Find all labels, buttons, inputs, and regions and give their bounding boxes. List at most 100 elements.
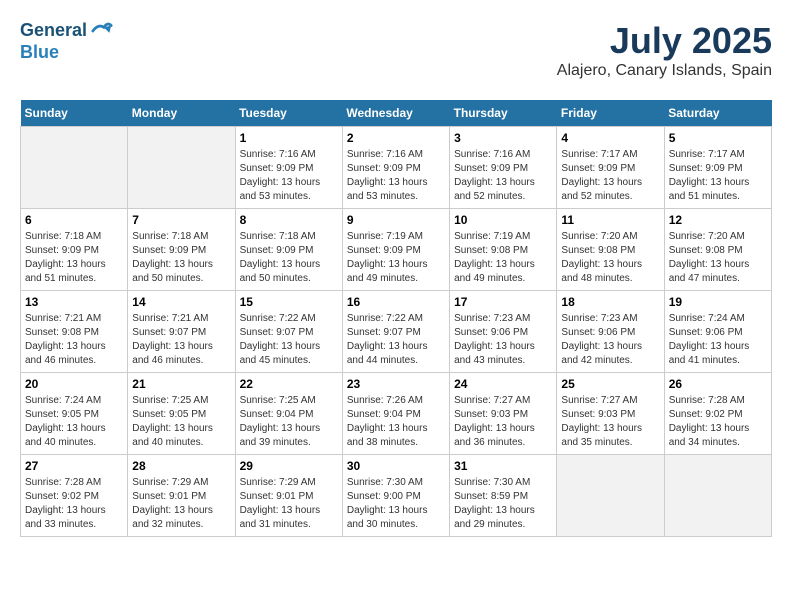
day-number: 25	[561, 377, 659, 391]
day-info: Sunrise: 7:21 AMSunset: 9:07 PMDaylight:…	[132, 312, 230, 368]
calendar-table: SundayMondayTuesdayWednesdayThursdayFrid…	[20, 100, 772, 537]
day-cell	[128, 127, 235, 209]
day-number: 15	[240, 295, 338, 309]
day-number: 7	[132, 213, 230, 227]
day-cell: 10 Sunrise: 7:19 AMSunset: 9:08 PMDayligh…	[450, 209, 557, 291]
day-info: Sunrise: 7:20 AMSunset: 9:08 PMDaylight:…	[561, 230, 659, 286]
day-number: 26	[669, 377, 767, 391]
day-info: Sunrise: 7:25 AMSunset: 9:05 PMDaylight:…	[132, 394, 230, 450]
day-info: Sunrise: 7:17 AMSunset: 9:09 PMDaylight:…	[561, 148, 659, 204]
day-number: 23	[347, 377, 445, 391]
day-number: 13	[25, 295, 123, 309]
week-row-1: 1 Sunrise: 7:16 AMSunset: 9:09 PMDaylight…	[21, 127, 772, 209]
day-info: Sunrise: 7:23 AMSunset: 9:06 PMDaylight:…	[454, 312, 552, 368]
day-info: Sunrise: 7:27 AMSunset: 9:03 PMDaylight:…	[454, 394, 552, 450]
day-cell: 20 Sunrise: 7:24 AMSunset: 9:05 PMDayligh…	[21, 373, 128, 455]
day-number: 1	[240, 131, 338, 145]
day-cell: 1 Sunrise: 7:16 AMSunset: 9:09 PMDaylight…	[235, 127, 342, 209]
day-cell	[21, 127, 128, 209]
day-number: 4	[561, 131, 659, 145]
day-info: Sunrise: 7:18 AMSunset: 9:09 PMDaylight:…	[132, 230, 230, 286]
day-cell: 11 Sunrise: 7:20 AMSunset: 9:08 PMDayligh…	[557, 209, 664, 291]
day-number: 10	[454, 213, 552, 227]
day-cell: 2Sunrise: 7:16 AMSunset: 9:09 PMDaylight…	[342, 127, 449, 209]
day-number: 29	[240, 459, 338, 473]
logo-text: General	[20, 21, 87, 41]
day-info: Sunrise: 7:30 AMSunset: 9:00 PMDaylight:…	[347, 476, 445, 532]
day-cell: 18Sunrise: 7:23 AMSunset: 9:06 PMDayligh…	[557, 291, 664, 373]
header-monday: Monday	[128, 100, 235, 127]
day-info: Sunrise: 7:29 AMSunset: 9:01 PMDaylight:…	[132, 476, 230, 532]
day-info: Sunrise: 7:18 AMSunset: 9:09 PMDaylight:…	[240, 230, 338, 286]
day-number: 20	[25, 377, 123, 391]
day-info: Sunrise: 7:29 AMSunset: 9:01 PMDaylight:…	[240, 476, 338, 532]
day-number: 5	[669, 131, 767, 145]
week-row-3: 13 Sunrise: 7:21 AMSunset: 9:08 PMDayligh…	[21, 291, 772, 373]
day-cell: 8 Sunrise: 7:18 AMSunset: 9:09 PMDaylight…	[235, 209, 342, 291]
day-info: Sunrise: 7:18 AMSunset: 9:09 PMDaylight:…	[25, 230, 123, 286]
day-info: Sunrise: 7:27 AMSunset: 9:03 PMDaylight:…	[561, 394, 659, 450]
day-info: Sunrise: 7:17 AMSunset: 9:09 PMDaylight:…	[669, 148, 767, 204]
day-info: Sunrise: 7:24 AMSunset: 9:06 PMDaylight:…	[669, 312, 767, 368]
logo-icon	[91, 20, 113, 42]
day-cell: 24 Sunrise: 7:27 AMSunset: 9:03 PMDayligh…	[450, 373, 557, 455]
title-section: July 2025 Alajero, Canary Islands, Spain	[557, 20, 772, 80]
day-number: 31	[454, 459, 552, 473]
day-number: 18	[561, 295, 659, 309]
day-info: Sunrise: 7:16 AMSunset: 9:09 PMDaylight:…	[240, 148, 338, 204]
header-saturday: Saturday	[664, 100, 771, 127]
day-number: 11	[561, 213, 659, 227]
day-cell: 31 Sunrise: 7:30 AMSunset: 8:59 PMDayligh…	[450, 455, 557, 537]
day-info: Sunrise: 7:19 AMSunset: 9:08 PMDaylight:…	[454, 230, 552, 286]
day-number: 12	[669, 213, 767, 227]
day-number: 30	[347, 459, 445, 473]
day-number: 14	[132, 295, 230, 309]
day-info: Sunrise: 7:20 AMSunset: 9:08 PMDaylight:…	[669, 230, 767, 286]
day-cell: 4 Sunrise: 7:17 AMSunset: 9:09 PMDaylight…	[557, 127, 664, 209]
day-number: 28	[132, 459, 230, 473]
day-info: Sunrise: 7:16 AMSunset: 9:09 PMDaylight:…	[454, 148, 552, 204]
day-number: 8	[240, 213, 338, 227]
day-info: Sunrise: 7:25 AMSunset: 9:04 PMDaylight:…	[240, 394, 338, 450]
day-cell: 23Sunrise: 7:26 AMSunset: 9:04 PMDayligh…	[342, 373, 449, 455]
day-number: 19	[669, 295, 767, 309]
day-cell: 22Sunrise: 7:25 AMSunset: 9:04 PMDayligh…	[235, 373, 342, 455]
day-number: 9	[347, 213, 445, 227]
day-cell: 15 Sunrise: 7:22 AMSunset: 9:07 PMDayligh…	[235, 291, 342, 373]
day-info: Sunrise: 7:30 AMSunset: 8:59 PMDaylight:…	[454, 476, 552, 532]
day-number: 3	[454, 131, 552, 145]
day-cell: 16 Sunrise: 7:22 AMSunset: 9:07 PMDayligh…	[342, 291, 449, 373]
day-number: 17	[454, 295, 552, 309]
day-number: 24	[454, 377, 552, 391]
header-sunday: Sunday	[21, 100, 128, 127]
week-row-5: 27 Sunrise: 7:28 AMSunset: 9:02 PMDayligh…	[21, 455, 772, 537]
header-tuesday: Tuesday	[235, 100, 342, 127]
day-number: 27	[25, 459, 123, 473]
day-cell: 6 Sunrise: 7:18 AMSunset: 9:09 PMDaylight…	[21, 209, 128, 291]
day-info: Sunrise: 7:28 AMSunset: 9:02 PMDaylight:…	[669, 394, 767, 450]
day-cell: 13 Sunrise: 7:21 AMSunset: 9:08 PMDayligh…	[21, 291, 128, 373]
header-thursday: Thursday	[450, 100, 557, 127]
day-info: Sunrise: 7:28 AMSunset: 9:02 PMDaylight:…	[25, 476, 123, 532]
day-cell	[557, 455, 664, 537]
day-cell: 25 Sunrise: 7:27 AMSunset: 9:03 PMDayligh…	[557, 373, 664, 455]
day-info: Sunrise: 7:24 AMSunset: 9:05 PMDaylight:…	[25, 394, 123, 450]
header-friday: Friday	[557, 100, 664, 127]
day-info: Sunrise: 7:21 AMSunset: 9:08 PMDaylight:…	[25, 312, 123, 368]
day-cell	[664, 455, 771, 537]
week-row-4: 20 Sunrise: 7:24 AMSunset: 9:05 PMDayligh…	[21, 373, 772, 455]
day-number: 16	[347, 295, 445, 309]
day-info: Sunrise: 7:22 AMSunset: 9:07 PMDaylight:…	[240, 312, 338, 368]
day-cell: 5 Sunrise: 7:17 AMSunset: 9:09 PMDaylight…	[664, 127, 771, 209]
month-title: July 2025	[557, 20, 772, 62]
week-row-2: 6 Sunrise: 7:18 AMSunset: 9:09 PMDaylight…	[21, 209, 772, 291]
logo-blue: Blue	[20, 42, 113, 63]
day-cell: 28 Sunrise: 7:29 AMSunset: 9:01 PMDayligh…	[128, 455, 235, 537]
day-cell: 29 Sunrise: 7:29 AMSunset: 9:01 PMDayligh…	[235, 455, 342, 537]
day-info: Sunrise: 7:16 AMSunset: 9:09 PMDaylight:…	[347, 148, 445, 204]
header-wednesday: Wednesday	[342, 100, 449, 127]
day-cell: 19 Sunrise: 7:24 AMSunset: 9:06 PMDayligh…	[664, 291, 771, 373]
day-cell: 27 Sunrise: 7:28 AMSunset: 9:02 PMDayligh…	[21, 455, 128, 537]
day-number: 6	[25, 213, 123, 227]
day-info: Sunrise: 7:22 AMSunset: 9:07 PMDaylight:…	[347, 312, 445, 368]
